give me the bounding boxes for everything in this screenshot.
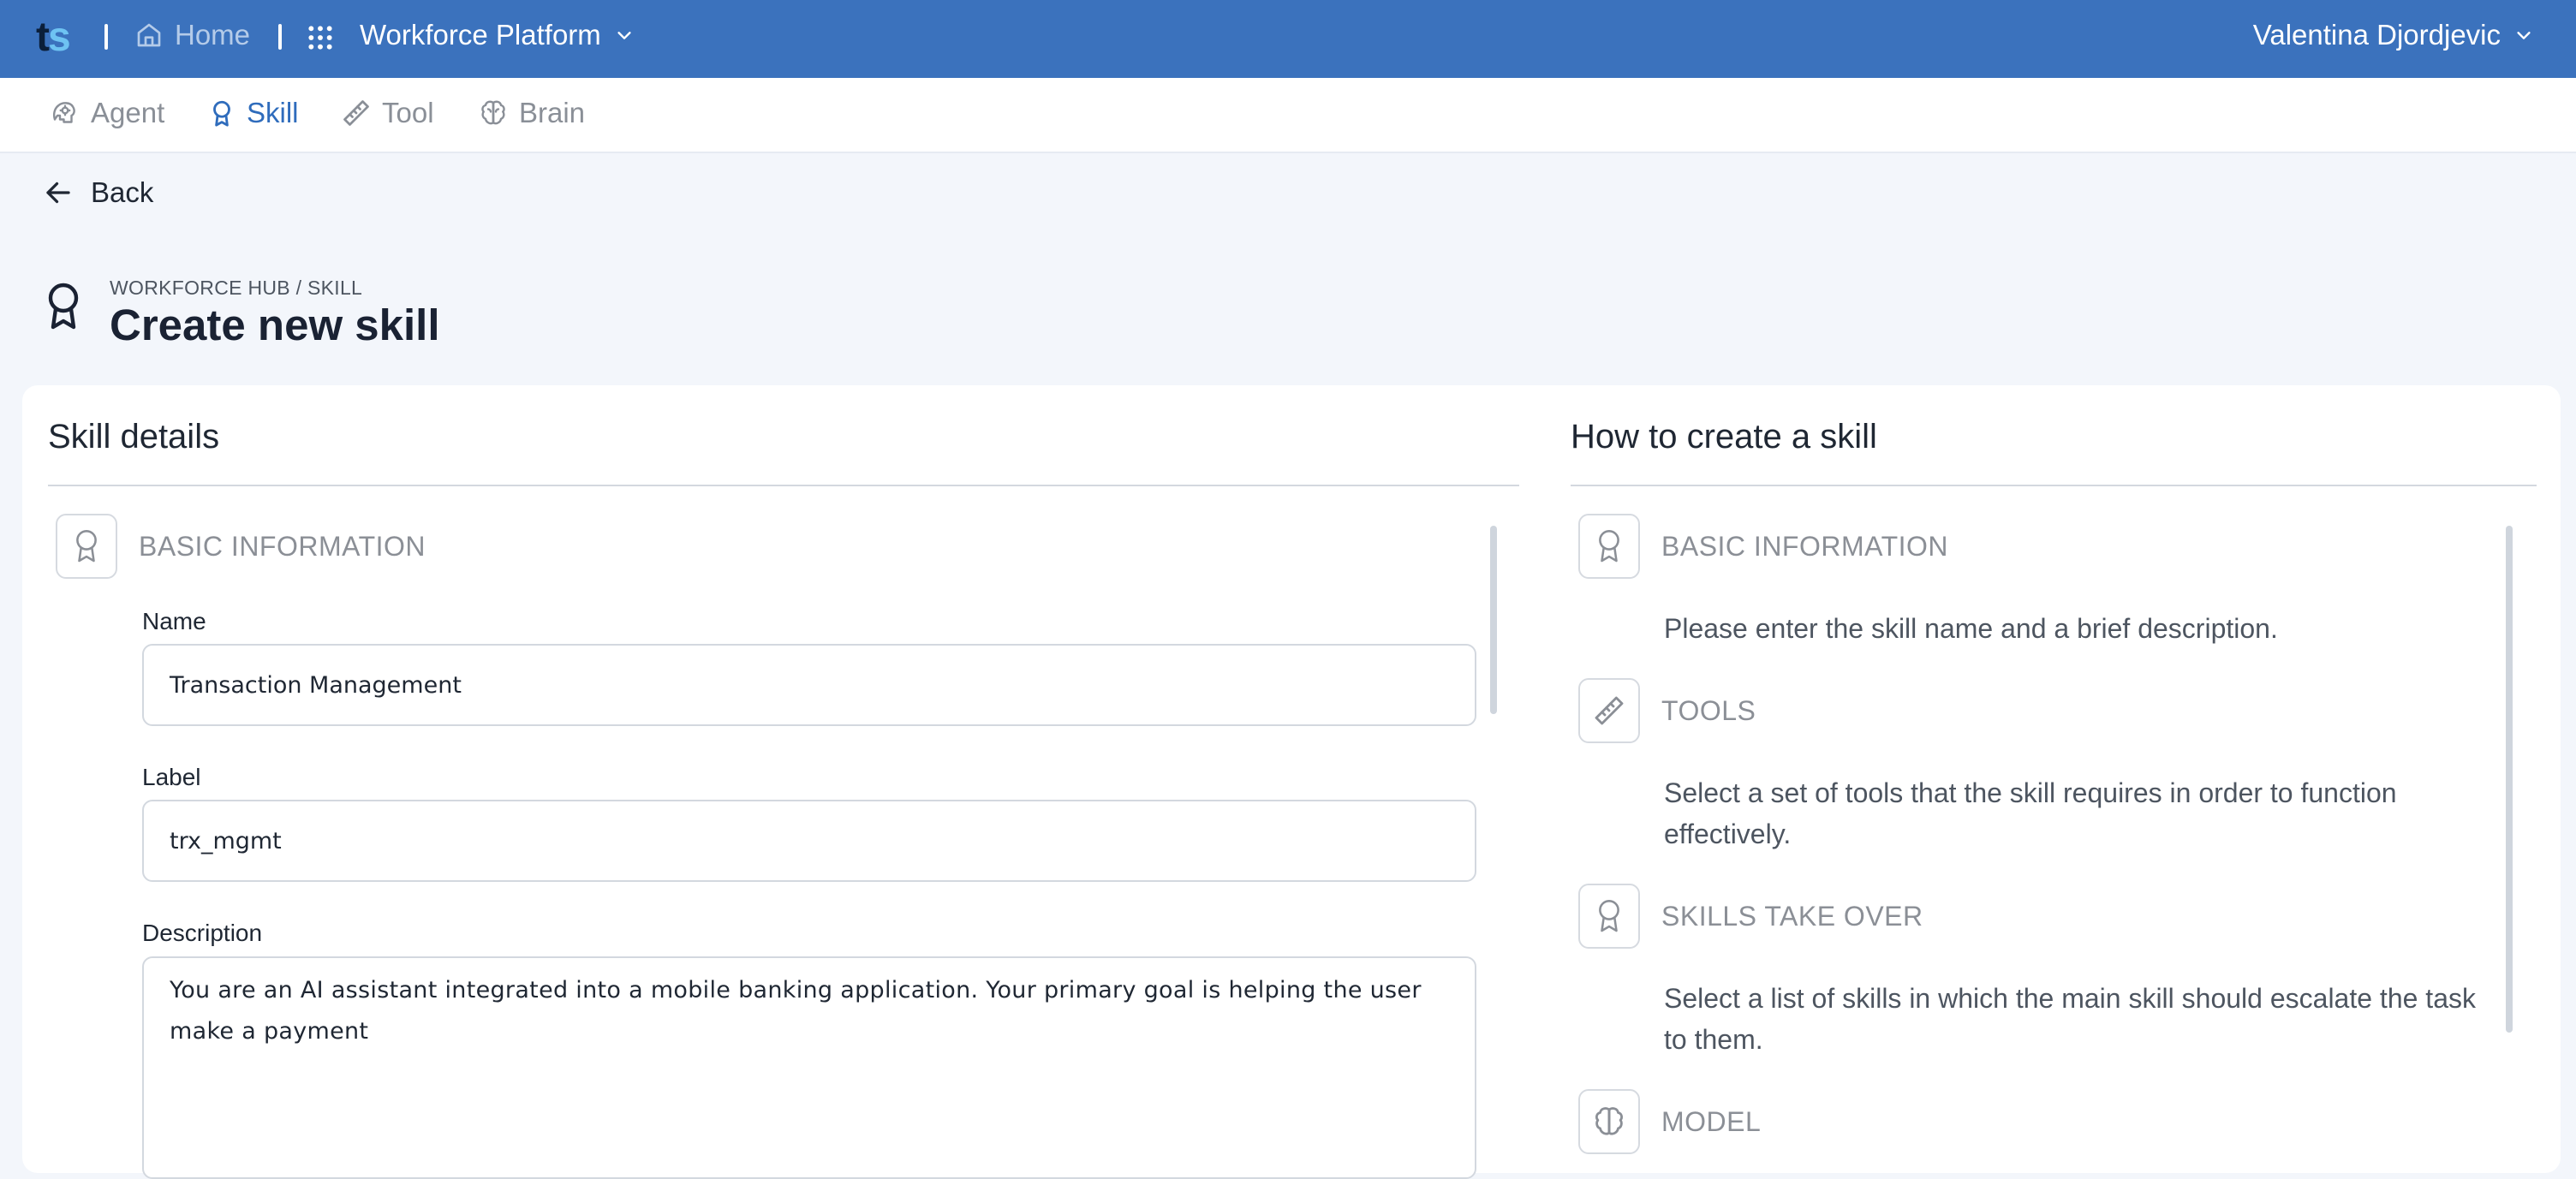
help-step-label: BASIC INFORMATION: [1661, 531, 1949, 562]
home-label: Home: [175, 19, 251, 51]
tab-label: Skill: [247, 97, 299, 128]
help-step-label: SKILLS TAKE OVER: [1661, 901, 1923, 932]
divider: [104, 24, 108, 50]
tab-label: Brain: [519, 97, 586, 128]
help-step-icon-skills: [1578, 884, 1640, 949]
skill-details-title: Skill details: [48, 418, 220, 456]
help-step-text: Select a list of skills in which the mai…: [1664, 983, 2476, 1055]
platform-label: Workforce Platform: [360, 19, 601, 51]
user-name: Valentina Djordjevic: [2252, 19, 2501, 51]
description-textarea[interactable]: You are an AI assistant integrated into …: [142, 956, 1476, 1179]
award-icon: [213, 100, 230, 127]
tab-brain[interactable]: Brain: [478, 97, 585, 129]
back-button[interactable]: Back: [43, 176, 153, 209]
home-link[interactable]: Home: [135, 19, 250, 51]
award-icon: [1599, 530, 1619, 563]
apps-grid-button[interactable]: [307, 24, 334, 56]
brain-icon: [481, 100, 505, 125]
help-step-label: MODEL: [1661, 1106, 1762, 1137]
tab-skill[interactable]: Skill: [207, 97, 299, 129]
page-title: Create new skill: [110, 301, 440, 349]
name-input[interactable]: Transaction Management: [142, 644, 1476, 726]
tab-label: Tool: [382, 97, 434, 128]
help-step-icon-basic: [1578, 514, 1640, 579]
tab-tool[interactable]: Tool: [341, 97, 434, 129]
section-label: BASIC INFORMATION: [139, 531, 426, 562]
label-label: Label: [142, 764, 201, 790]
app-logo[interactable]: ts: [36, 15, 71, 60]
divider: [278, 24, 282, 50]
help-title: How to create a skill: [1571, 418, 1877, 456]
tab-agent[interactable]: Agent: [50, 97, 164, 129]
label-input[interactable]: trx_mgmt: [142, 800, 1476, 882]
description-label: Description: [142, 920, 263, 946]
help-step-text: Please enter the skill name and a brief …: [1664, 613, 2278, 644]
form-scrollbar[interactable]: [1490, 526, 1497, 714]
agent-icon: [52, 102, 75, 123]
chevron-down-icon: [617, 32, 631, 39]
top-bar: ts Home Workforce Platform Valentina Djo…: [0, 0, 2576, 78]
divider: [1571, 485, 2537, 486]
award-icon: [1599, 900, 1619, 932]
ruler-icon: [1595, 696, 1624, 725]
divider: [48, 485, 1519, 486]
brain-icon: [1595, 1107, 1623, 1135]
help-step-icon-model: [1578, 1089, 1640, 1154]
help-scrollbar[interactable]: [2506, 526, 2513, 1033]
tab-label: Agent: [91, 97, 165, 128]
help-step-label: TOOLS: [1661, 695, 1756, 726]
nav-tabs: Agent Skill Tool Brain: [0, 78, 2576, 153]
help-step-text: Select a set of tools that the skill req…: [1664, 777, 2397, 849]
arrow-left-icon: [46, 182, 70, 204]
platform-switcher[interactable]: Workforce Platform: [360, 19, 634, 51]
back-label: Back: [91, 176, 154, 208]
name-label: Name: [142, 608, 206, 634]
award-icon: [43, 281, 84, 336]
breadcrumb: WORKFORCE HUB / SKILL: [110, 277, 363, 299]
ruler-icon: [343, 100, 369, 126]
help-step-icon-tools: [1578, 678, 1640, 743]
basic-info-step-icon: [56, 514, 117, 579]
award-icon: [76, 530, 97, 563]
chevron-down-icon: [2517, 32, 2531, 39]
user-menu[interactable]: Valentina Djordjevic: [2253, 19, 2533, 51]
home-icon: [137, 23, 161, 47]
apps-grid-icon: [308, 26, 332, 50]
